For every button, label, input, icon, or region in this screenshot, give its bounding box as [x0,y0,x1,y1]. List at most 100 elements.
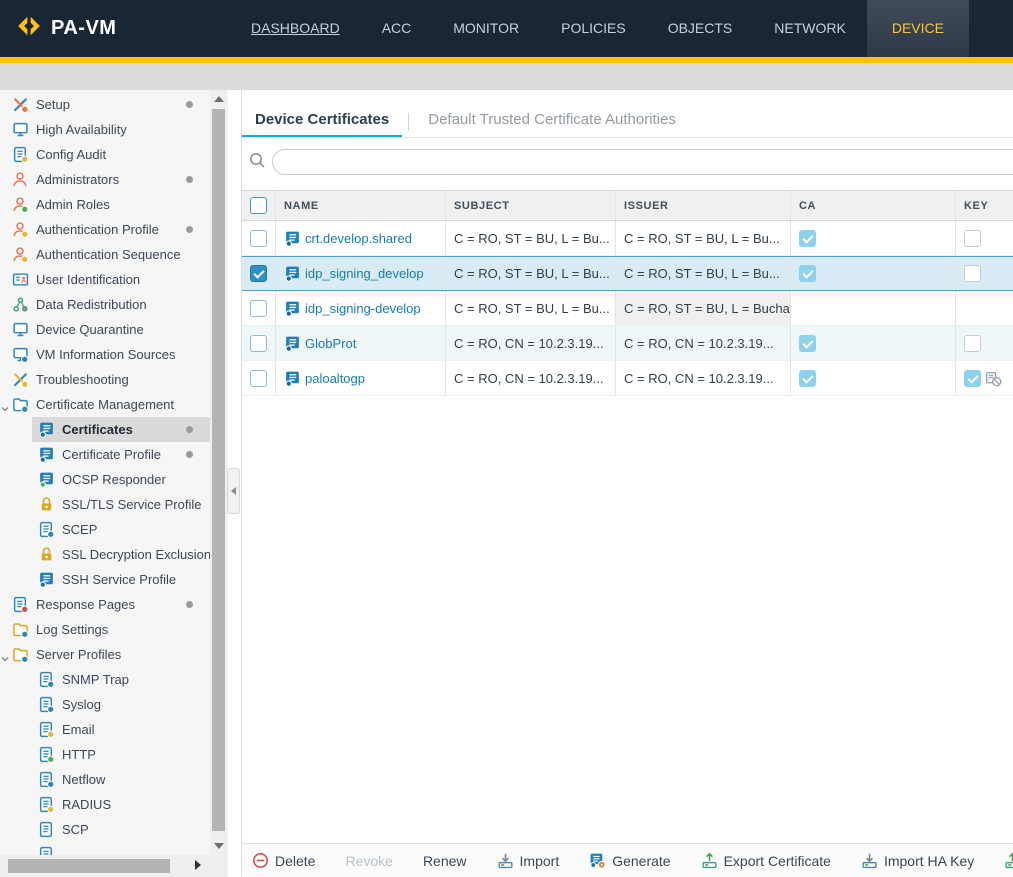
tab-default-trusted-certificate-authorities[interactable]: Default Trusted Certificate Authorities [415,105,689,138]
ca-cell [791,221,956,255]
sidebar-item-scep[interactable]: SCEP [0,517,210,542]
sidebar-item-ssl-decryption-exclusion[interactable]: SSL Decryption Exclusion [0,542,210,567]
toolbar-button-label: Revoke [345,853,392,869]
expand-chevron-icon[interactable] [1,401,9,409]
certificate-icon [284,265,301,282]
column-header-key[interactable]: KEY [956,191,1013,220]
sidebar-item-snmp-trap[interactable]: SNMP Trap [0,667,210,692]
export-button[interactable]: Export [1004,852,1013,869]
toolbar-button-label: Delete [275,853,315,869]
sidebar-item-config-audit[interactable]: Config Audit [0,142,210,167]
tab-device-certificates[interactable]: Device Certificates [242,105,402,138]
sidebar-item-http[interactable]: HTTP [0,742,210,767]
table-row[interactable]: paloaltogpC = RO, CN = 10.2.3.19...C = R… [242,361,1013,396]
certificate-name-link[interactable]: idp_signing_develop [305,266,424,281]
table-row[interactable]: GlobProtC = RO, CN = 10.2.3.19...C = RO,… [242,326,1013,361]
response-pages-icon [12,596,29,613]
table-row[interactable]: crt.develop.sharedC = RO, ST = BU, L = B… [242,221,1013,256]
sidebar-item-user-identification[interactable]: User Identification [0,267,210,292]
nav-item-policies[interactable]: POLICIES [540,0,647,57]
unsaved-changes-dot [186,101,193,108]
sidebar-item-ssh-service-profile[interactable]: SSH Service Profile [0,567,210,592]
certificate-name-link[interactable]: GlobProt [305,336,356,351]
sidebar-item-radius[interactable]: RADIUS [0,792,210,817]
nav-item-acc[interactable]: ACC [361,0,433,57]
certificate-name-link[interactable]: paloaltogp [305,371,365,386]
expand-chevron-icon[interactable] [1,651,9,659]
sidebar-item-response-pages[interactable]: Response Pages [0,592,210,617]
sidebar-item-log-settings[interactable]: Log Settings [0,617,210,642]
import-ha-key-button[interactable]: Import HA Key [861,852,974,869]
horizontal-scrollbar-thumb[interactable] [8,859,170,873]
row-select-checkbox[interactable] [250,335,267,352]
sidebar-item-email[interactable]: Email [0,717,210,742]
scroll-up-arrow-icon[interactable] [214,96,224,102]
scroll-down-arrow-icon[interactable] [214,843,224,849]
row-select-checkbox[interactable] [250,230,267,247]
vertical-scrollbar-thumb[interactable] [212,109,225,831]
generate-button[interactable]: Generate [589,852,670,869]
certificate-name-link[interactable]: idp_signing-develop [305,301,421,316]
scroll-right-arrow-icon[interactable] [195,860,201,870]
row-select-checkbox[interactable] [250,370,267,387]
sidebar-vertical-scrollbar[interactable] [210,90,227,855]
nav-item-device[interactable]: DEVICE [867,0,969,57]
row-select-checkbox[interactable] [250,300,267,317]
nav-item-monitor[interactable]: MONITOR [432,0,540,57]
sidebar-item-ssl-tls-service-profile[interactable]: SSL/TLS Service Profile [0,492,210,517]
sidebar-item-admin-roles[interactable]: Admin Roles [0,192,210,217]
sidebar-item-vm-information-sources[interactable]: VM Information Sources [0,342,210,367]
sidebar-item-setup[interactable]: Setup [0,92,210,117]
sidebar-item-label: Certificates [62,422,133,437]
sidebar-item-authentication-profile[interactable]: Authentication Profile [0,217,210,242]
sidebar-horizontal-scrollbar[interactable] [0,855,227,877]
renew-button[interactable]: Renew [423,853,467,869]
nav-item-network[interactable]: NETWORK [753,0,867,57]
export-certificate-button[interactable]: Export Certificate [701,852,831,869]
tab-separator [408,113,409,131]
sidebar-item-label: Certificate Profile [62,447,161,462]
import-button[interactable]: Import [497,852,560,869]
revoke-button[interactable]: Revoke [345,853,392,869]
sidebar-item-troubleshooting[interactable]: Troubleshooting [0,367,210,392]
sidebar-item-server-profiles[interactable]: Server Profiles [0,642,210,667]
sidebar-item-authentication-sequence[interactable]: Authentication Sequence [0,242,210,267]
table-row[interactable]: idp_signing-developC = RO, ST = BU, L = … [242,291,1013,326]
row-select-checkbox[interactable] [250,265,267,282]
sidebar-item-data-redistribution[interactable]: Data Redistribution [0,292,210,317]
column-header-name[interactable]: NAME [276,191,446,220]
column-header-ca[interactable]: CA [791,191,956,220]
sidebar-item-label: SSH Service Profile [62,572,176,587]
sidebar-item-high-availability[interactable]: High Availability [0,117,210,142]
select-all-checkbox[interactable] [250,197,267,214]
search-icon [248,151,266,174]
column-header-subject[interactable]: SUBJECT [446,191,616,220]
certificate-name-link[interactable]: crt.develop.shared [305,231,412,246]
sidebar-item-netflow[interactable]: Netflow [0,767,210,792]
table-row[interactable]: idp_signing_developC = RO, ST = BU, L = … [242,256,1013,291]
export-icon [701,852,718,869]
certificate-management-icon [12,396,29,413]
sidebar-collapse-handle[interactable] [227,468,240,514]
nav-item-dashboard[interactable]: DASHBOARD [230,0,361,57]
sidebar-item-certificates[interactable]: Certificates [0,417,210,442]
sidebar-item-syslog[interactable]: Syslog [0,692,210,717]
sidebar-item-certificate-management[interactable]: Certificate Management [0,392,210,417]
sidebar-item-certificate-profile[interactable]: Certificate Profile [0,442,210,467]
sidebar: SetupHigh AvailabilityConfig AuditAdmini… [0,90,228,877]
column-header-issuer[interactable]: ISSUER [616,191,791,220]
delete-button[interactable]: Delete [252,852,315,869]
top-navbar: PA-VM DASHBOARDACCMONITORPOLICIESOBJECTS… [0,0,1013,57]
sidebar-item-label: RADIUS [62,797,111,812]
row-select-cell [242,257,276,290]
sidebar-item-device-quarantine[interactable]: Device Quarantine [0,317,210,342]
sidebar-item-scp[interactable]: SCP [0,817,210,842]
search-input[interactable] [272,149,1013,175]
nav-item-objects[interactable]: OBJECTS [647,0,754,57]
row-select-cell [242,326,276,360]
sidebar-item-administrators[interactable]: Administrators [0,167,210,192]
key-cell [956,326,1013,360]
sidebar-item-ocsp-responder[interactable]: OCSP Responder [0,467,210,492]
key-checkbox [964,265,981,282]
search-bar [248,149,1013,175]
